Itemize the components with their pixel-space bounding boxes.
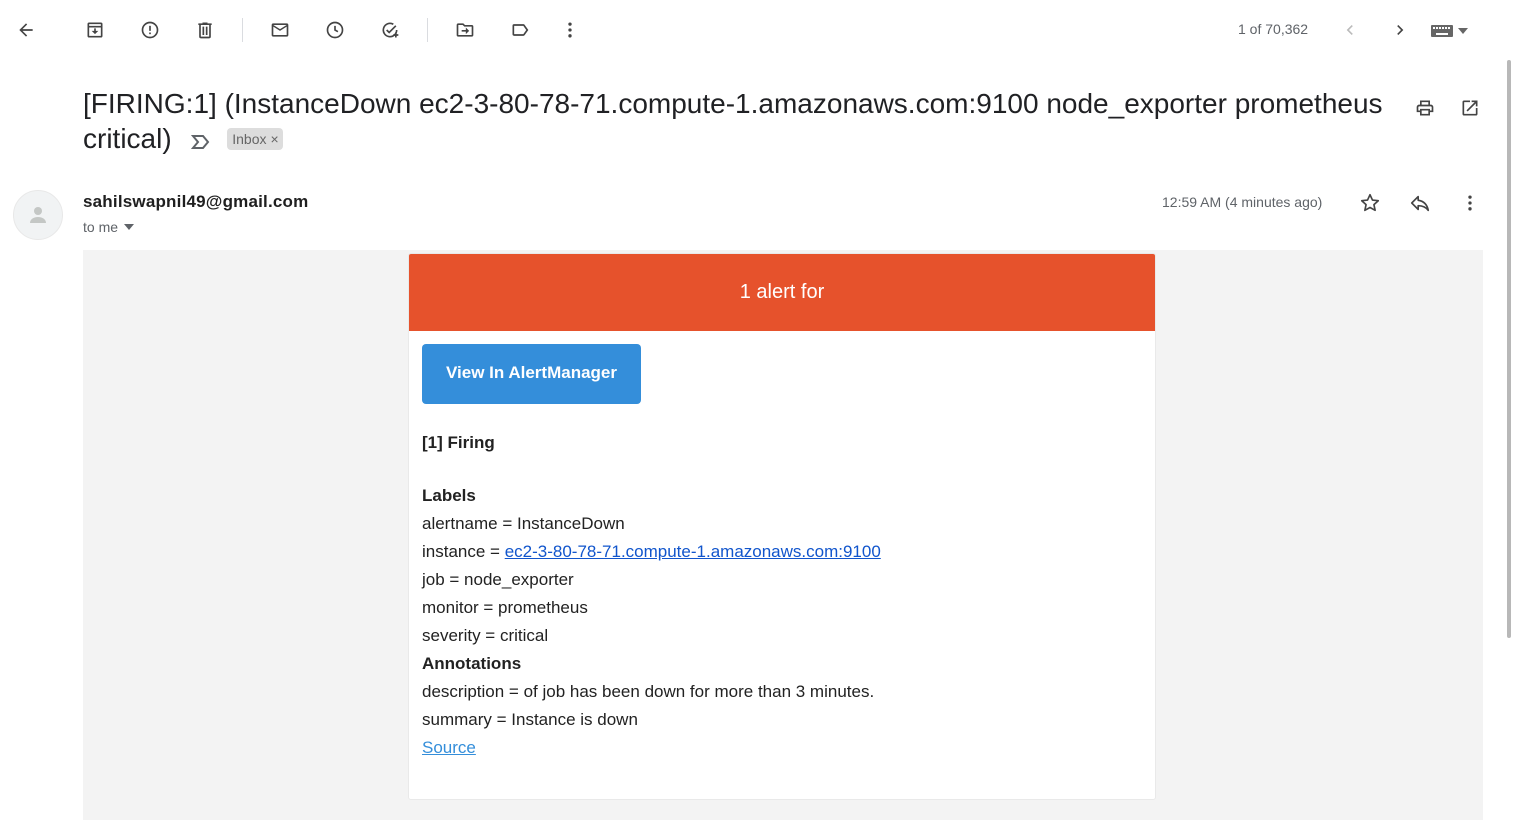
- report-icon: [141, 21, 159, 39]
- scrollbar-thumb[interactable]: [1507, 60, 1511, 638]
- mark-unread-button[interactable]: [262, 12, 298, 48]
- important-marker-icon[interactable]: [191, 123, 211, 158]
- instance-link[interactable]: ec2-3-80-78-71.compute-1.amazonaws.com:9…: [505, 542, 881, 561]
- view-in-alertmanager-button[interactable]: View In AlertManager: [422, 344, 641, 404]
- arrow-back-icon: [19, 23, 33, 37]
- folder-move-icon: [456, 23, 474, 37]
- snooze-button[interactable]: [317, 12, 353, 48]
- mail-icon: [271, 23, 289, 37]
- label-severity: severity = critical: [422, 626, 549, 645]
- archive-icon: [87, 22, 103, 38]
- sender-avatar[interactable]: [13, 190, 63, 240]
- person-icon: [30, 207, 46, 223]
- clock-icon: [326, 21, 344, 39]
- caret-down-icon: [1458, 28, 1468, 34]
- older-button[interactable]: [1382, 12, 1418, 48]
- move-to-button[interactable]: [447, 12, 483, 48]
- delete-button[interactable]: [187, 12, 223, 48]
- recipient-details-toggle[interactable]: to me: [83, 219, 135, 235]
- more-button[interactable]: [552, 12, 588, 48]
- inbox-label-text: Inbox: [232, 130, 267, 147]
- open-in-new-icon: [1462, 100, 1478, 116]
- recipient-text: to me: [83, 219, 119, 235]
- source-link[interactable]: Source: [422, 738, 476, 757]
- toolbar-divider: [427, 18, 428, 42]
- chevron-right-icon: [1397, 25, 1404, 35]
- annotations-title: Annotations: [422, 654, 522, 673]
- star-outline-icon: [1360, 193, 1380, 212]
- reply-button[interactable]: [1402, 185, 1438, 221]
- inbox-label-chip: Inbox ×: [227, 127, 283, 150]
- labels-button[interactable]: [502, 12, 538, 48]
- label-instance: instance = ec2-3-80-78-71.compute-1.amaz…: [422, 538, 1142, 566]
- label-job: job = node_exporter: [422, 570, 574, 589]
- archive-button[interactable]: [77, 12, 113, 48]
- label-icon: [512, 24, 529, 36]
- keyboard-icon: [1431, 25, 1453, 37]
- firing-title: [1] Firing: [422, 433, 495, 452]
- alert-header: 1 alert for: [409, 254, 1155, 331]
- reply-icon: [1410, 195, 1430, 212]
- add-task-button[interactable]: [372, 12, 408, 48]
- toolbar-divider: [242, 18, 243, 42]
- chevron-left-icon: [1346, 25, 1353, 35]
- label-instance-prefix: instance =: [422, 542, 505, 561]
- toolbar: 1 of 70,362: [0, 0, 1513, 60]
- print-icon: [1416, 100, 1434, 116]
- sender-email[interactable]: sahilswapnil49@gmail.com: [83, 192, 308, 212]
- alert-card: 1 alert for View In AlertManager [1] Fir…: [408, 253, 1156, 800]
- report-spam-button[interactable]: [132, 12, 168, 48]
- label-alertname: alertname = InstanceDown: [422, 514, 625, 533]
- labels-title: Labels: [422, 486, 476, 505]
- alert-content: View In AlertManager [1] Firing Labels a…: [409, 331, 1155, 762]
- newer-button[interactable]: [1332, 12, 1368, 48]
- label-monitor: monitor = prometheus: [422, 598, 588, 617]
- more-vert-icon: [568, 22, 572, 38]
- message-time: 12:59 AM (4 minutes ago): [1162, 194, 1323, 210]
- email-body: 1 alert for View In AlertManager [1] Fir…: [83, 250, 1483, 820]
- input-tools-button[interactable]: [1430, 18, 1480, 44]
- caret-down-icon: [124, 224, 135, 230]
- star-button[interactable]: [1352, 185, 1388, 221]
- more-vert-icon: [1468, 195, 1472, 211]
- pager-count: 1 of 70,362: [1238, 21, 1309, 37]
- message-more-button[interactable]: [1452, 185, 1488, 221]
- annotation-description: description = of job has been down for m…: [422, 682, 875, 701]
- trash-icon: [198, 22, 212, 39]
- print-all-button[interactable]: [1407, 90, 1443, 126]
- email-subject: [FIRING:1] (InstanceDown ec2-3-80-78-71.…: [83, 86, 1383, 158]
- back-button[interactable]: [8, 12, 44, 48]
- remove-label-button[interactable]: ×: [270, 131, 278, 147]
- annotation-summary: summary = Instance is down: [422, 710, 638, 729]
- open-new-window-button[interactable]: [1452, 90, 1488, 126]
- task-add-icon: [382, 22, 399, 38]
